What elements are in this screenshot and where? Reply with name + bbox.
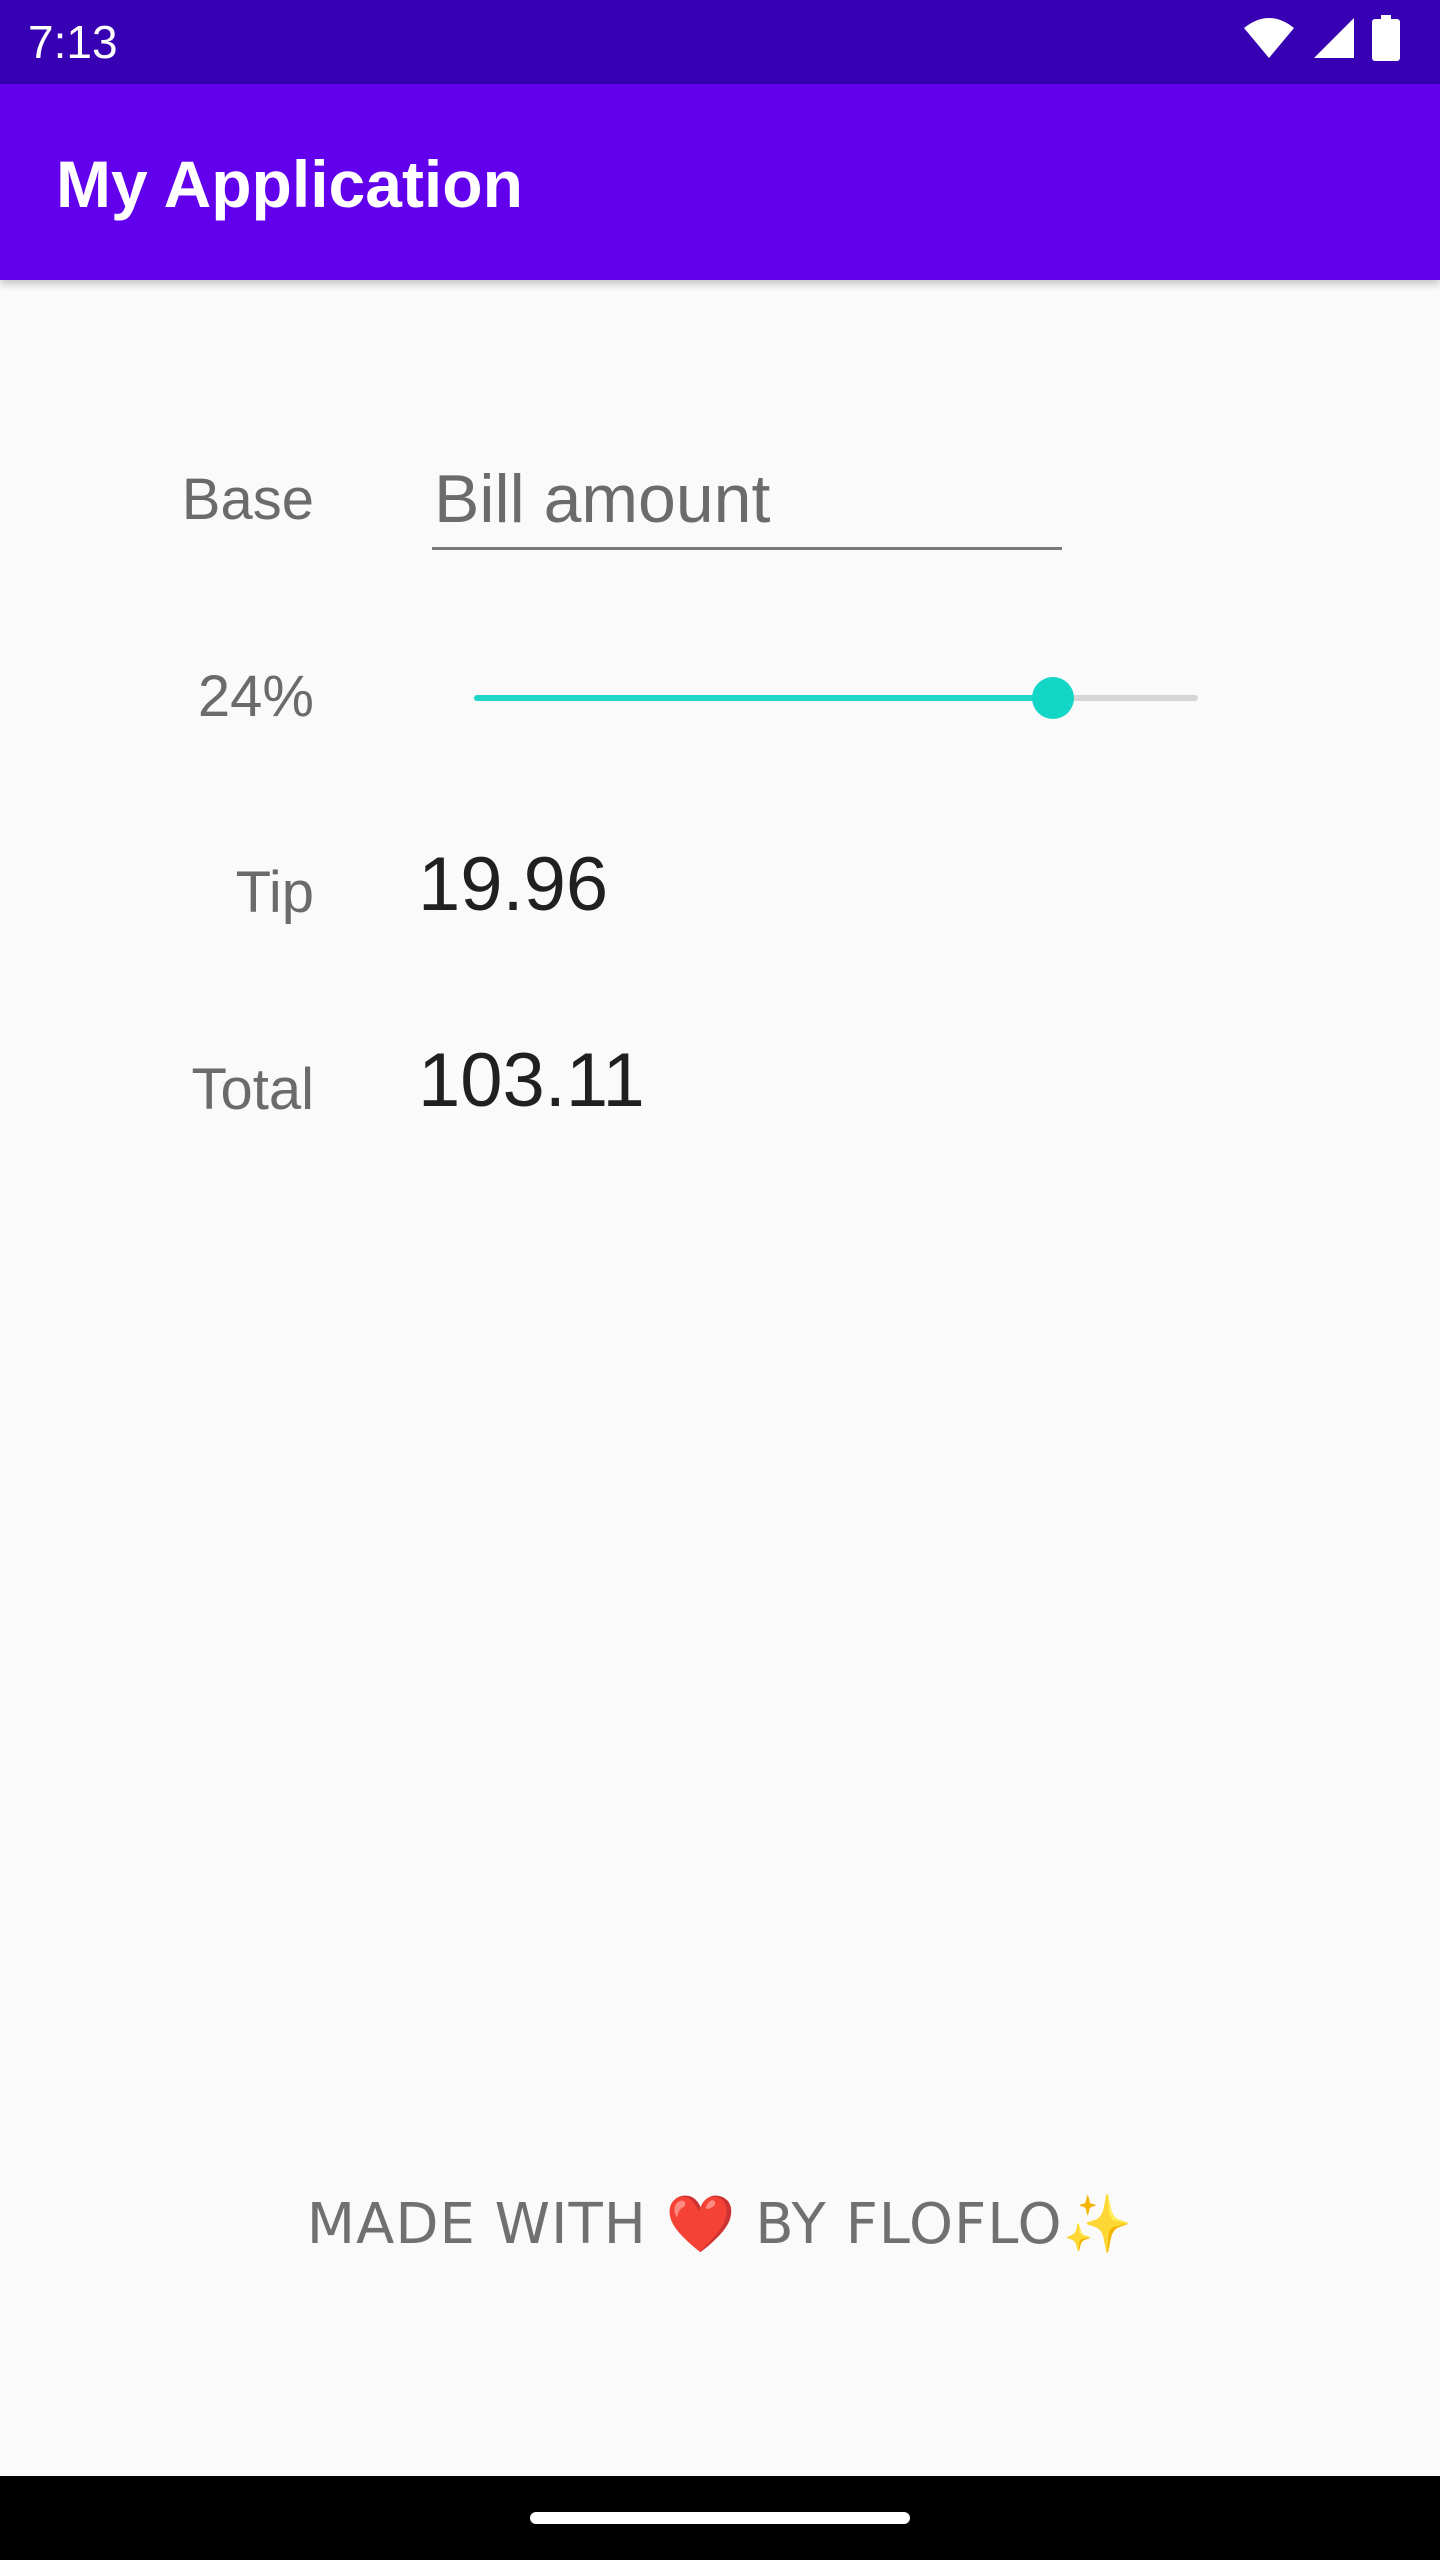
base-label: Base (181, 467, 314, 532)
screen: 7:13 My Application Base 24 (0, 0, 1440, 2560)
total-amount-value: 103.11 (418, 1038, 645, 1123)
app-title: My Application (56, 147, 523, 221)
app-bar: My Application (0, 84, 1440, 280)
sparkle-icon: ✨ (1062, 2192, 1134, 2257)
cell-signal-icon (1312, 16, 1356, 64)
total-label: Total (191, 1057, 314, 1122)
footer-author: BY FLOFLO (755, 2192, 1063, 2257)
heart-icon: ❤️ (665, 2192, 737, 2257)
slider-thumb[interactable] (1032, 677, 1074, 719)
status-bar: 7:13 (0, 0, 1440, 84)
bill-amount-input[interactable] (432, 450, 1062, 550)
tip-label: Tip (235, 860, 314, 925)
home-handle[interactable] (530, 2512, 910, 2524)
footer-credit: MADE WITH ❤️ BY FLOFLO✨ (0, 2190, 1440, 2260)
battery-icon (1372, 15, 1400, 65)
tip-percent-slider[interactable] (474, 668, 1198, 728)
navigation-bar (0, 2476, 1440, 2560)
tip-amount-value: 19.96 (418, 842, 609, 927)
status-icons (1242, 15, 1400, 65)
status-time: 7:13 (28, 16, 118, 68)
wifi-icon (1242, 16, 1296, 64)
tip-percent-label: 24% (197, 664, 314, 729)
footer-prefix: MADE WITH (306, 2192, 647, 2257)
slider-fill (474, 695, 1053, 701)
